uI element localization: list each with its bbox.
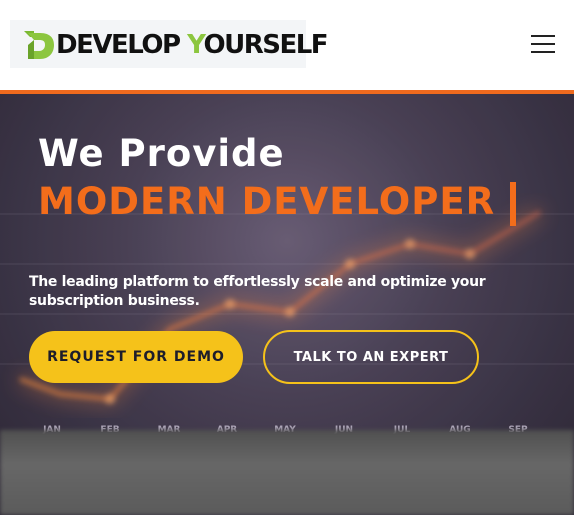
hamburger-menu-icon[interactable] [531, 33, 557, 55]
hero-subtitle: The leading platform to effortlessly sca… [29, 274, 486, 309]
logo-text: DEVELOP YOURSELF [56, 30, 329, 60]
hero-title-line2: MODERN DEVELOPER [38, 180, 496, 223]
talk-to-expert-button[interactable]: TALK TO AN EXPERT [263, 330, 479, 384]
hero-title-line1: We Provide [38, 132, 285, 175]
typing-cursor [510, 182, 516, 226]
develop-yourself-logo[interactable]: DEVELOP YOURSELF [10, 20, 329, 68]
hero-bottom-fade [0, 430, 574, 515]
request-demo-button[interactable]: REQUEST FOR DEMO [29, 331, 243, 383]
site-header: DEVELOP YOURSELF [0, 0, 574, 90]
hero-section: We Provide MODERN DEVELOPER The leading … [0, 94, 574, 515]
logo-d-mark-icon [24, 31, 54, 59]
